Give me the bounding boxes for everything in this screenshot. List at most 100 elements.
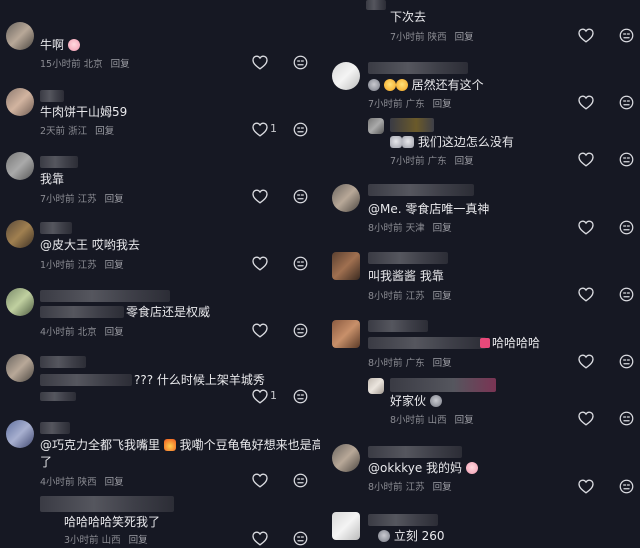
fries-emoji-icon	[163, 439, 176, 451]
reply-button[interactable]: 回复	[455, 415, 474, 426]
comment-text: @okkkye 我的妈	[368, 460, 478, 477]
reply-button[interactable]: 回复	[433, 482, 452, 493]
avatar[interactable]	[6, 420, 34, 448]
reply-button[interactable]: 回复	[455, 32, 474, 43]
avatar[interactable]	[6, 288, 34, 316]
sunflower-emoji-icon	[383, 79, 396, 91]
heart-outline-icon[interactable]	[252, 189, 268, 204]
heart-outline-icon[interactable]	[252, 55, 268, 70]
avatar[interactable]	[332, 512, 360, 540]
dislike-face-icon[interactable]	[619, 220, 634, 235]
heart-outline-icon[interactable]	[252, 531, 268, 546]
dislike-face-icon[interactable]	[619, 28, 634, 43]
comment-meta: 7小时前 江苏 回复	[40, 194, 124, 205]
username-blurred	[40, 222, 72, 234]
reply-item: 居然还有这个 7小时前 广东 回复	[320, 60, 640, 114]
avatar[interactable]	[332, 252, 360, 280]
reply-button[interactable]: 回复	[433, 99, 452, 110]
reply-button[interactable]: 回复	[433, 223, 452, 234]
dislike-face-icon[interactable]	[619, 354, 634, 369]
heart-outline-icon[interactable]	[252, 256, 268, 271]
comment-meta: 8小时前 江苏 回复	[368, 291, 452, 302]
comment-meta: 4小时前 北京 回复	[40, 327, 124, 338]
avatar[interactable]	[368, 118, 384, 134]
comment-text: 我靠	[40, 172, 65, 186]
dislike-face-icon[interactable]	[293, 473, 308, 488]
username-blurred	[368, 320, 428, 332]
reply-button[interactable]: 回复	[433, 291, 452, 302]
username-blurred	[40, 496, 174, 512]
reply-button[interactable]: 回复	[129, 535, 148, 546]
dislike-face-icon[interactable]	[293, 531, 308, 546]
reply-button[interactable]: 回复	[95, 126, 114, 137]
comment-meta: 15小时前 北京 回复	[40, 59, 130, 70]
avatar[interactable]	[6, 220, 34, 248]
reply-button[interactable]: 回复	[105, 477, 124, 488]
avatar[interactable]	[6, 152, 34, 180]
cat-emoji-icon	[390, 136, 402, 148]
avatar[interactable]	[332, 320, 360, 348]
comment-item: @皮大王 哎哟我去 1小时前 江苏 回复	[0, 218, 320, 274]
dislike-face-icon[interactable]	[619, 479, 634, 494]
comment-text: @巧克力全都飞我嘴里 我嘞个豆龟龟好想来也是高端上	[40, 438, 320, 452]
emoji-icon	[368, 79, 380, 91]
heart-outline-icon[interactable]	[578, 152, 594, 167]
heart-outline-icon[interactable]	[252, 389, 268, 404]
dislike-face-icon[interactable]	[619, 152, 634, 167]
avatar[interactable]	[368, 378, 384, 394]
comment-text: 好家伙	[390, 393, 442, 410]
avatar[interactable]	[6, 88, 34, 116]
reply-button[interactable]: 回复	[105, 194, 124, 205]
avatar[interactable]	[332, 184, 360, 212]
heart-outline-icon[interactable]	[578, 220, 594, 235]
comment-text: 牛肉饼干山姆59	[40, 105, 128, 119]
reply-button[interactable]: 回复	[111, 59, 130, 70]
cat-emoji-icon	[402, 136, 414, 148]
avatar[interactable]	[332, 444, 360, 472]
reply-button[interactable]: 回复	[105, 327, 124, 338]
mention-blurred	[368, 337, 486, 349]
comment-meta: 7小时前 陕西 回复	[390, 32, 474, 43]
heart-outline-icon[interactable]	[252, 323, 268, 338]
sunflower-emoji-icon	[395, 79, 408, 91]
reply-item: 我们这边怎么没有 7小时前 广东 回复	[320, 116, 640, 170]
dislike-face-icon[interactable]	[293, 256, 308, 271]
dislike-face-icon[interactable]	[619, 411, 634, 426]
avatar[interactable]	[6, 354, 34, 382]
comment-text: ??? 什么时候上架羊城秀	[134, 373, 265, 387]
heart-outline-icon[interactable]	[252, 473, 268, 488]
heart-outline-icon[interactable]	[578, 479, 594, 494]
reply-button[interactable]: 回复	[105, 260, 124, 271]
comment-item: @巧克力全都飞我嘴里 我嘞个豆龟龟好想来也是高端上 了 4小时前 陕西回复	[0, 418, 320, 490]
reply-button[interactable]: 回复	[433, 358, 452, 369]
reply-button[interactable]: 回复	[455, 156, 474, 167]
reply-item: 哈哈哈哈 8小时前 广东 回复	[320, 318, 640, 372]
pink-emoji-icon	[480, 338, 490, 348]
reply-item: 哈哈哈哈笑死我了 3小时前 山西 回复	[0, 494, 320, 548]
dislike-face-icon[interactable]	[293, 55, 308, 70]
avatar[interactable]	[6, 22, 34, 50]
emoji-icon	[378, 530, 390, 542]
comment-item: 我靠 7小时前 江苏 回复	[0, 150, 320, 206]
dislike-face-icon[interactable]	[619, 95, 634, 110]
comment-text: 哈哈哈哈	[492, 336, 541, 350]
heart-outline-icon[interactable]	[578, 287, 594, 302]
heart-outline-icon[interactable]	[252, 122, 268, 137]
dislike-face-icon[interactable]	[619, 287, 634, 302]
comment-list-left: 牛啊 15小时前 北京 回复 牛肉饼干山姆59 2天前 浙江 回复 1 我靠 7小时…	[0, 0, 320, 548]
avatar[interactable]	[332, 62, 360, 90]
dislike-face-icon[interactable]	[293, 122, 308, 137]
comment-item: 零食店还是权威 4小时前 北京 回复	[0, 286, 320, 342]
username-blurred	[390, 118, 434, 132]
reply-item: 立刻 260	[320, 510, 640, 548]
heart-outline-icon[interactable]	[578, 28, 594, 43]
heart-outline-icon[interactable]	[578, 354, 594, 369]
comment-meta: 7小时前 广东 回复	[390, 156, 474, 167]
heart-outline-icon[interactable]	[578, 95, 594, 110]
username-blurred	[368, 184, 474, 196]
dislike-face-icon[interactable]	[293, 323, 308, 338]
dislike-face-icon[interactable]	[293, 389, 308, 404]
dislike-face-icon[interactable]	[293, 189, 308, 204]
heart-outline-icon[interactable]	[578, 411, 594, 426]
reply-item: @Me. 零食店唯一真神 8小时前 天津 回复	[320, 182, 640, 236]
